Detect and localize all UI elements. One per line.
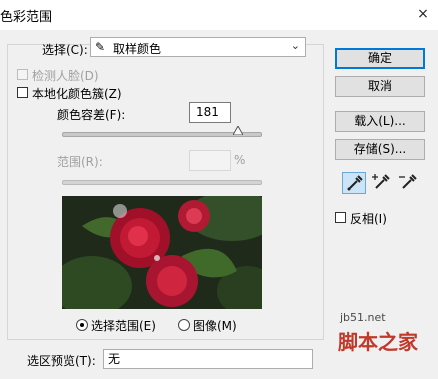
title-bar xyxy=(0,0,438,30)
eyedropper-minus-icon[interactable] xyxy=(396,172,420,194)
close-icon[interactable]: × xyxy=(413,4,433,24)
radio-image-label: 图像(M) xyxy=(193,319,237,333)
range-slider-track[interactable] xyxy=(62,180,262,185)
load-button[interactable]: 载入(L)... xyxy=(335,111,425,132)
range-unit: % xyxy=(234,153,246,167)
invert-checkbox[interactable] xyxy=(335,212,346,223)
range-input[interactable] xyxy=(189,150,231,171)
window-title: 色彩范围 xyxy=(0,10,53,25)
watermark-site: jb51.net xyxy=(340,311,386,324)
preview-image xyxy=(62,196,262,309)
select-label: 选择(C): xyxy=(42,43,88,57)
radio-image[interactable] xyxy=(178,319,190,331)
save-button[interactable]: 存储(S)... xyxy=(335,139,425,160)
eyedropper-small-icon: ✎ xyxy=(95,40,106,54)
localized-clusters-checkbox[interactable] xyxy=(17,87,28,98)
cancel-button[interactable]: 取消 xyxy=(335,76,425,97)
fuzziness-slider-track[interactable] xyxy=(62,132,262,137)
fuzziness-input[interactable]: 181 xyxy=(189,102,231,123)
chevron-down-icon: ⌄ xyxy=(290,39,300,52)
detect-faces-label: 检测人脸(D) xyxy=(32,69,99,83)
select-dropdown[interactable]: ✎ 取样颜色 ⌄ xyxy=(90,37,306,57)
range-label: 范围(R): xyxy=(57,155,103,169)
fuzziness-slider-thumb[interactable] xyxy=(233,126,243,135)
radio-selection-label: 选择范围(E) xyxy=(91,319,156,333)
watermark-brand: 脚本之家 xyxy=(338,330,418,354)
select-value: 取样颜色 xyxy=(113,42,162,56)
eyedropper-icon[interactable] xyxy=(342,172,366,194)
radio-selection[interactable] xyxy=(76,319,88,331)
eyedropper-plus-icon[interactable] xyxy=(369,172,393,194)
selection-preview-dropdown[interactable]: 无 xyxy=(103,349,313,369)
detect-faces-checkbox[interactable] xyxy=(17,69,28,80)
invert-label: 反相(I) xyxy=(350,212,387,226)
fuzziness-label: 颜色容差(F): xyxy=(57,108,126,122)
ok-button[interactable]: 确定 xyxy=(335,48,425,69)
selection-preview-label: 选区预览(T): xyxy=(27,354,96,368)
localized-clusters-label: 本地化颜色簇(Z) xyxy=(32,87,122,101)
